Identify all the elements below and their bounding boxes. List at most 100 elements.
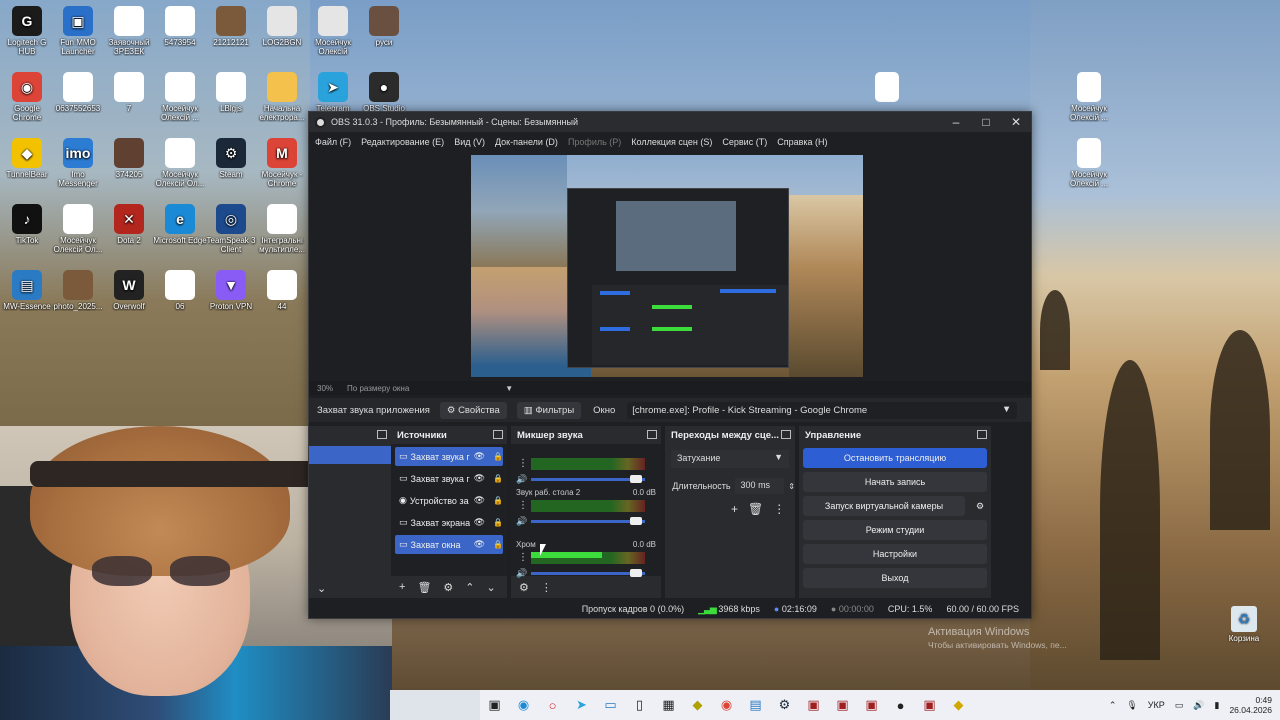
volume-slider-handle[interactable] [629,475,642,483]
chevron-down-icon[interactable]: ⌄ [317,582,326,595]
menu-item[interactable]: Редактирование (E) [361,137,444,147]
desktop-shortcut[interactable]: Мосейчук Олексій ... [153,72,207,122]
menu-item[interactable]: Справка (H) [777,137,827,147]
source-item[interactable]: ▭ Захват звука г 👁 🔒 [395,469,503,488]
dock-popout-icon[interactable] [781,430,791,439]
app-icon[interactable]: ▣ [799,694,828,716]
add-source-icon[interactable]: + [399,581,405,593]
eye-icon[interactable]: 👁 [474,451,485,462]
more-menu-icon[interactable]: ⋮ [541,581,552,594]
microphone-icon[interactable]: 🎙 [1126,700,1137,711]
desktop-shortcut[interactable]: ◎ TeamSpeak 3 Client [204,204,258,254]
desktop-shortcut[interactable]: Мосейчук Олексій [306,6,360,56]
lock-icon[interactable]: 🔒 [493,518,503,527]
lock-icon[interactable]: 🔒 [493,474,503,483]
desktop-shortcut[interactable]: 44 [255,270,309,311]
network-icon[interactable]: ▭ [1175,700,1184,711]
calculator-icon[interactable]: ▤ [741,694,770,716]
desktop-shortcut[interactable]: e Microsoft Edge [153,204,207,245]
lock-icon[interactable]: 🔒 [493,452,503,461]
gear-icon[interactable]: ⚙ [969,496,991,516]
menu-item[interactable]: Док-панели (D) [495,137,558,147]
volume-icon[interactable]: 🔊 [1193,700,1204,711]
desktop-shortcut[interactable]: LBlgjs [204,72,258,113]
desktop-shortcut[interactable]: ✕ Dota 2 [102,204,156,245]
desktop-shortcut[interactable]: Заявочный ЗРЕЗЕК [102,6,156,56]
app-icon[interactable]: ▣ [915,694,944,716]
more-menu-icon[interactable]: ⋮ [518,458,528,469]
desktop-shortcut[interactable]: ♪ TikTok [0,204,54,245]
source-item[interactable]: ◉ Устройство за 👁 🔒 [395,491,503,510]
language-indicator[interactable]: УКР [1148,700,1165,710]
obs-icon[interactable]: ● [886,694,915,716]
desktop-shortcut[interactable]: ▤ MW-Essence [0,270,54,311]
menu-item[interactable]: Файл (F) [315,137,351,147]
desktop-shortcut[interactable]: 0637552653 [51,72,105,113]
monitor-icon[interactable]: ▭ [596,694,625,716]
scene-item[interactable] [309,446,391,464]
move-up-icon[interactable]: ⌃ [465,581,474,594]
desktop-shortcut[interactable]: Начальна електрора... [255,72,309,122]
volume-slider[interactable] [531,572,645,575]
desktop-shortcut[interactable]: ◆ TunnelBear [0,138,54,179]
desktop-shortcut[interactable]: LOG2BGN [255,6,309,47]
source-item[interactable]: ▭ Захват экрана 👁 🔒 [395,513,503,532]
source-item[interactable]: ▭ Захват окна 👁 🔒 [395,535,503,554]
document-icon[interactable]: ▯ [625,694,654,716]
filters-button[interactable]: ▥ Фильтры [516,401,582,419]
recycle-bin[interactable]: ♻ Корзина [1224,606,1264,643]
capcut-icon[interactable]: ▦ [654,694,683,716]
advanced-audio-icon[interactable]: ⚙ [519,581,529,594]
move-down-icon[interactable]: ⌄ [487,581,496,594]
control-button[interactable]: Остановить трансляцию [803,448,987,468]
app-icon[interactable]: ▣ [857,694,886,716]
desktop-shortcut[interactable]: 5473954 [153,6,207,47]
desktop-shortcut[interactable]: ▣ Fun MMO Launcher [51,6,105,56]
desktop-shortcut[interactable]: Мосейчук Олексій Ол... [153,138,207,188]
desktop-shortcut[interactable]: G Logitech G HUB [0,6,54,56]
eye-icon[interactable]: 👁 [474,495,485,506]
lock-icon[interactable]: 🔒 [493,540,503,549]
dock-popout-icon[interactable] [377,430,387,439]
steam-icon[interactable]: ⚙ [770,694,799,716]
taskbar-search[interactable] [390,690,480,720]
control-button[interactable]: Запуск виртуальной камеры ⚙ [803,496,984,516]
menu-item[interactable]: Вид (V) [454,137,485,147]
desktop-shortcut[interactable]: Мосейчук Олексій Ол... [51,204,105,254]
desktop-shortcut[interactable]: ➤ Telegram [306,72,360,113]
telegram-icon[interactable]: ➤ [567,694,596,716]
control-button[interactable]: Режим студии [803,520,987,540]
trash-icon[interactable]: 🗑 [417,581,431,594]
eye-icon[interactable]: 👁 [474,473,485,484]
desktop-shortcut[interactable]: Інтегральні мультипле... [255,204,309,254]
dock-popout-icon[interactable] [977,430,987,439]
dock-popout-icon[interactable] [493,430,503,439]
tunnelbear-icon[interactable]: ◆ [944,694,973,716]
lock-icon[interactable]: 🔒 [493,496,503,505]
clock[interactable]: 0:49 26.04.2026 [1229,695,1272,715]
chrome-icon[interactable]: ◉ [712,694,741,716]
properties-button[interactable]: ⚙ Свойства [439,401,507,419]
duration-input[interactable]: 300 ms [734,478,785,494]
close-icon[interactable]: ✕ [1001,115,1031,129]
desktop-file-icon[interactable] [860,72,914,104]
add-transition-icon[interactable]: + [731,502,738,516]
obs-titlebar[interactable]: OBS 31.0.3 - Профиль: Безымянный - Сцены… [309,112,1031,132]
more-menu-icon[interactable]: ⋮ [773,502,785,516]
speaker-icon[interactable]: 🔊 [516,516,527,527]
task-view-icon[interactable]: ▣ [480,694,509,716]
opera-icon[interactable]: ○ [538,694,567,716]
battery-icon[interactable]: ▮ [1215,700,1220,711]
program-preview[interactable] [471,155,863,377]
chevron-down-icon[interactable]: ▼ [505,384,513,393]
desktop-shortcut[interactable]: ◉ Google Chrome [0,72,54,122]
source-item[interactable]: ▭ Захват звука г 👁 🔒 [395,447,503,466]
menu-item[interactable]: Сервис (T) [722,137,767,147]
zoom-mode-select[interactable]: По размеру окна [347,384,409,393]
window-select[interactable]: [chrome.exe]: Profile - Kick Streaming -… [627,401,1018,419]
control-button[interactable]: Настройки [803,544,987,564]
stepper-icon[interactable]: ⇕ [788,482,795,491]
app-icon[interactable]: ▣ [828,694,857,716]
chevron-up-icon[interactable]: ⌃ [1109,700,1117,711]
menu-item[interactable]: Коллекция сцен (S) [631,137,712,147]
